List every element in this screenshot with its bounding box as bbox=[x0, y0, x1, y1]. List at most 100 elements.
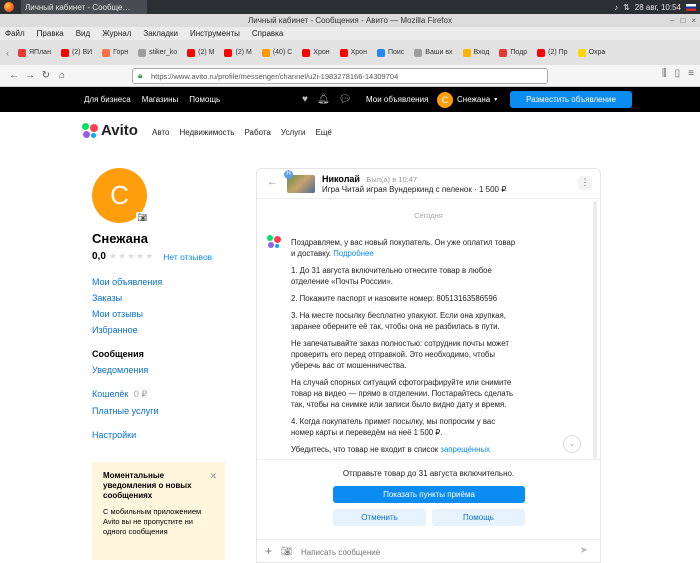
category-jobs[interactable]: Работа bbox=[244, 128, 270, 137]
browser-tab[interactable]: (2) М bbox=[221, 44, 254, 62]
send-icon[interactable]: ➤ bbox=[580, 545, 588, 556]
tab-favicon-icon bbox=[339, 48, 348, 57]
app-promo-notice: ✕ Моментальные уведомления о новых сообщ… bbox=[92, 462, 225, 560]
help-button[interactable]: Помощь bbox=[432, 509, 525, 526]
network-icon[interactable]: ⇅ bbox=[623, 3, 630, 12]
prohibited-list-link[interactable]: запрещённых bbox=[440, 445, 490, 454]
browser-tab[interactable]: Горн bbox=[99, 44, 131, 62]
category-realty[interactable]: Недвижимость bbox=[179, 128, 234, 137]
forward-icon[interactable]: → bbox=[22, 70, 38, 81]
sidebar-item-wallet[interactable]: Кошелёк 0 ₽ bbox=[92, 389, 237, 400]
close-icon[interactable]: × bbox=[691, 14, 696, 27]
language-flag-icon[interactable] bbox=[686, 3, 696, 11]
camera-icon[interactable]: 📷︎ bbox=[281, 546, 292, 557]
window-title: Личный кабинет - Сообщения - Авито — Moz… bbox=[248, 16, 452, 25]
volume-icon[interactable]: ♪ bbox=[614, 3, 618, 12]
menu-bookmarks[interactable]: Закладки bbox=[143, 27, 178, 40]
tab-label: Хрон bbox=[350, 49, 367, 56]
taskbar-window-button[interactable]: Личный кабинет - Сообще… bbox=[21, 0, 147, 14]
scroll-down-icon[interactable]: ⌄ bbox=[563, 435, 581, 453]
tab-label: Поис bbox=[387, 49, 405, 56]
contact-info: Николай Был(а) в 10:47 bbox=[322, 174, 417, 184]
avito-logo[interactable]: Avito bbox=[82, 122, 138, 139]
camera-icon[interactable]: 📷︎ bbox=[136, 212, 149, 223]
wallet-label: Кошелёк bbox=[92, 389, 129, 399]
browser-tab[interactable]: Ваши вх bbox=[411, 44, 455, 62]
back-icon[interactable]: ← bbox=[6, 70, 22, 81]
app-menu-button[interactable] bbox=[0, 0, 21, 14]
message-input[interactable] bbox=[295, 544, 575, 560]
link-shops[interactable]: Магазины bbox=[142, 95, 179, 104]
post-ad-button[interactable]: Разместить объявление bbox=[510, 91, 632, 108]
browser-tab[interactable]: (2) Пр bbox=[534, 44, 570, 62]
tab-favicon-icon bbox=[224, 48, 233, 57]
tab-label: Охра bbox=[588, 49, 606, 56]
tab-favicon-icon bbox=[462, 48, 471, 57]
notifications-bell-icon[interactable]: 🔔︎ bbox=[317, 94, 330, 105]
browser-tab[interactable]: Вход bbox=[460, 44, 493, 62]
profile-avatar[interactable]: С 📷︎ bbox=[92, 168, 149, 223]
minimize-icon[interactable]: – bbox=[670, 14, 674, 27]
sidebar-item-favorites[interactable]: Избранное bbox=[92, 325, 237, 335]
sidebar-item-orders[interactable]: Заказы bbox=[92, 293, 237, 303]
menu-view[interactable]: Вид bbox=[76, 27, 90, 40]
chat-scrollbar[interactable] bbox=[593, 201, 597, 461]
browser-tab[interactable]: Охра bbox=[575, 44, 609, 62]
show-pickup-points-button[interactable]: Показать пункты приёма bbox=[333, 486, 525, 503]
reload-icon[interactable]: ↻ bbox=[38, 70, 54, 81]
more-options-icon[interactable]: ⋮ bbox=[578, 176, 592, 190]
browser-tab[interactable]: (2) М bbox=[184, 44, 217, 62]
my-ads-link[interactable]: Мои объявления bbox=[366, 95, 428, 104]
category-more[interactable]: Ещё bbox=[316, 128, 332, 137]
reviews-link[interactable]: Нет отзывов bbox=[163, 252, 212, 262]
sidebar-item-my-ads[interactable]: Мои объявления bbox=[92, 277, 237, 287]
chat-item-title[interactable]: Игра Читай играя Вундеркинд с пеленок · … bbox=[322, 185, 506, 194]
home-icon[interactable]: ⌂ bbox=[54, 70, 70, 81]
chat-header: ← Н Николай Был(а) в 10:47 Игра Читай иг… bbox=[257, 169, 600, 199]
sidebar-item-notifications[interactable]: Уведомления bbox=[92, 365, 237, 375]
sidebar-item-paid-services[interactable]: Платные услуги bbox=[92, 406, 237, 416]
user-menu[interactable]: С Снежана ▾ bbox=[437, 91, 497, 108]
cancel-button[interactable]: Отменить bbox=[333, 509, 426, 526]
details-link[interactable]: Подробнее bbox=[333, 249, 373, 258]
sidebar-item-reviews[interactable]: Мои отзывы bbox=[92, 309, 237, 319]
browser-tab[interactable]: (2) ВИ bbox=[58, 44, 95, 62]
browser-tab[interactable]: (40) С bbox=[259, 44, 295, 62]
browser-tab[interactable]: Хрон bbox=[299, 44, 332, 62]
menu-edit[interactable]: Правка bbox=[37, 27, 64, 40]
back-arrow-icon[interactable]: ← bbox=[267, 176, 278, 188]
close-icon[interactable]: ✕ bbox=[209, 471, 217, 481]
browser-tab[interactable]: Хрон bbox=[337, 44, 370, 62]
message-composer: + 📷︎ ➤ bbox=[257, 539, 600, 562]
browser-tab[interactable]: Подр bbox=[496, 44, 530, 62]
browser-tab[interactable]: stiker_ko bbox=[135, 44, 180, 62]
url-bar[interactable]: 🔒︎ https://www.avito.ru/profile/messenge… bbox=[132, 68, 548, 84]
tab-scroll-left-icon[interactable]: ‹ bbox=[6, 48, 9, 58]
maximize-icon[interactable]: □ bbox=[680, 14, 685, 27]
clock[interactable]: 28 авг, 10:54 bbox=[635, 3, 681, 12]
browser-tab[interactable]: Поис bbox=[374, 44, 407, 62]
category-auto[interactable]: Авто bbox=[152, 128, 169, 137]
messages-chat-icon[interactable]: 💬︎ bbox=[339, 94, 352, 105]
last-seen: Был(а) в 10:47 bbox=[366, 175, 418, 184]
menu-history[interactable]: Журнал bbox=[102, 27, 131, 40]
taskbar-window-title: Личный кабинет - Сообще… bbox=[25, 2, 131, 12]
hamburger-menu-icon[interactable]: ≡ bbox=[688, 68, 694, 79]
library-icon[interactable]: ⫼ bbox=[662, 68, 667, 79]
lock-icon[interactable]: 🔒︎ bbox=[138, 71, 142, 81]
plus-icon[interactable]: + bbox=[265, 544, 272, 558]
menu-tools[interactable]: Инструменты bbox=[190, 27, 240, 40]
favorites-heart-icon[interactable]: ♥ bbox=[302, 94, 308, 105]
menu-file[interactable]: Файл bbox=[5, 27, 25, 40]
link-business[interactable]: Для бизнеса bbox=[84, 95, 131, 104]
sidebar-item-settings[interactable]: Настройки bbox=[92, 430, 237, 440]
browser-tab[interactable]: ЯПлан bbox=[15, 44, 54, 62]
menu-help[interactable]: Справка bbox=[252, 27, 283, 40]
category-services[interactable]: Услуги bbox=[281, 128, 306, 137]
message-paragraph: 1. До 31 августа включительно отнесите т… bbox=[291, 266, 492, 286]
sidebar-item-messages[interactable]: Сообщения bbox=[92, 349, 237, 359]
sidebar-icon[interactable]: ▯ bbox=[675, 68, 681, 79]
message-paragraph: Поздравляем, у вас новый покупатель. Он … bbox=[291, 237, 516, 259]
contact-name[interactable]: Николай bbox=[322, 174, 360, 184]
link-help[interactable]: Помощь bbox=[189, 95, 220, 104]
